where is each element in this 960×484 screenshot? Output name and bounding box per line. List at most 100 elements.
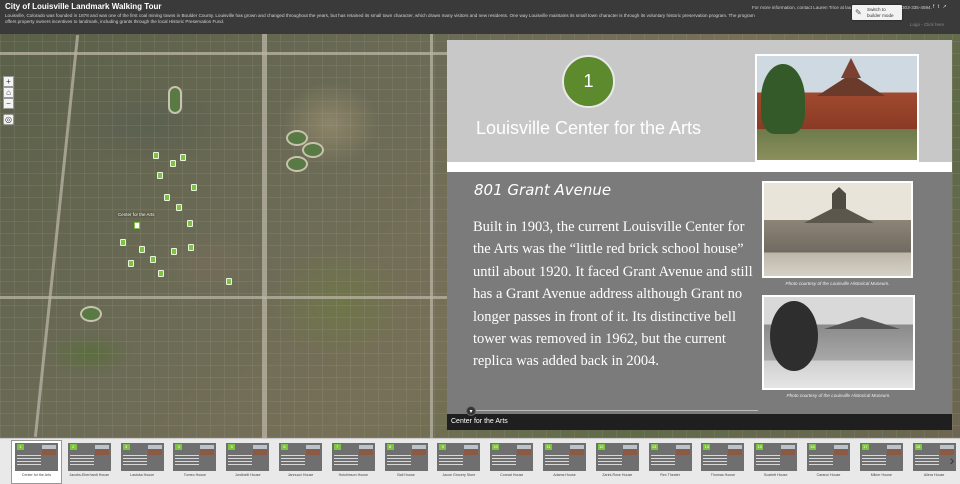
thumbnail-number: 7	[333, 444, 341, 450]
thumbnail-image: 6	[279, 443, 322, 471]
story-panel[interactable]: 1 Louisville Center for the Arts 801 Gra…	[447, 40, 952, 414]
map-marker-selected[interactable]	[134, 222, 140, 229]
carousel-thumbnail[interactable]: 8 Ball House	[382, 441, 431, 483]
map-marker[interactable]	[150, 256, 156, 263]
photo-bell-tower	[832, 187, 846, 209]
zoom-out-button[interactable]: −	[3, 98, 14, 109]
carousel-thumbnail[interactable]: 3 Lastoka House	[118, 441, 167, 483]
switch-builder-mode-button[interactable]: ✎ Switch to builder mode	[852, 5, 902, 20]
thumbnail-photo	[517, 445, 532, 455]
story-address: 801 Grant Avenue	[474, 181, 612, 199]
story-title: Louisville Center for the Arts	[475, 118, 702, 138]
carousel-thumbnail[interactable]: 17 Milner House	[857, 441, 906, 483]
thumbnail-number: 18	[914, 444, 922, 450]
thumbnail-text-preview	[809, 455, 833, 467]
thumbnail-image: 17	[859, 443, 903, 471]
thumbnail-photo	[42, 445, 56, 455]
contact-text: For more information, contact Lauren Tri…	[752, 5, 852, 10]
thumbnail-label: Lastoka House	[130, 473, 155, 477]
thumbnail-image: 11	[543, 443, 586, 471]
carousel-thumbnail[interactable]: 7 Hutchinson House	[329, 441, 378, 483]
thumbnail-photo	[728, 445, 743, 455]
thumbnail-text-preview	[703, 455, 728, 467]
thumbnail-number: 12	[597, 444, 605, 450]
thumbnail-text-preview	[597, 455, 622, 467]
map-road	[262, 34, 267, 438]
header-logo[interactable]: Logo - Click here	[910, 22, 958, 32]
map-marker[interactable]	[226, 278, 232, 285]
map-marker[interactable]	[176, 204, 182, 211]
app-header: City of Louisville Landmark Walking Tour…	[0, 0, 960, 34]
carousel-thumbnail[interactable]: 1 Center for the Arts	[11, 440, 62, 484]
map-popup-title: Center for the Arts	[447, 414, 952, 430]
collapse-panel-button[interactable]: ▾	[466, 406, 476, 416]
thumbnail-photo	[147, 445, 162, 455]
map-marker[interactable]	[187, 220, 193, 227]
thumbnail-label: Zarini-Rose House	[602, 473, 633, 477]
social-share-icons[interactable]: f t ↗	[933, 4, 948, 10]
thumbnail-photo	[358, 445, 373, 455]
carousel-thumbnail[interactable]: 9 Jacoe Grocery Store	[434, 441, 483, 483]
thumbnail-photo	[200, 445, 215, 455]
thumbnail-photo	[253, 445, 268, 455]
photo-caption: Photo courtesy of the Louisville Histori…	[786, 393, 891, 398]
thumbnail-image: 2	[67, 443, 111, 471]
map-marker[interactable]	[157, 172, 163, 179]
map-marker[interactable]	[158, 270, 164, 277]
map-marker[interactable]	[164, 194, 170, 201]
thumbnail-number: 5	[228, 444, 236, 450]
locate-button[interactable]: ◎	[3, 114, 14, 125]
thumbnail-photo	[886, 445, 901, 455]
historic-photo-building	[762, 295, 915, 390]
carousel-thumbnail[interactable]: 4 Tomeo House	[170, 441, 219, 483]
photo-tree	[770, 301, 818, 371]
map-marker[interactable]	[128, 260, 134, 267]
map-marker[interactable]	[188, 244, 194, 251]
contact-phone: 303-335-4594.	[902, 5, 932, 10]
photo-caption: Photo courtesy of the Louisville Histori…	[785, 281, 890, 286]
map-marker[interactable]	[120, 239, 126, 246]
map-marker[interactable]	[153, 152, 159, 159]
thumbnail-image: 10	[490, 443, 534, 471]
map-marker[interactable]	[171, 248, 177, 255]
thumbnail-number: 16	[809, 444, 816, 450]
photo-tower	[841, 58, 861, 78]
map-marker[interactable]	[180, 154, 186, 161]
carousel-thumbnail[interactable]: 14 Thomas House	[698, 441, 747, 483]
carousel-next-arrow[interactable]: ›	[946, 450, 958, 470]
carousel-thumbnail[interactable]: 12 Zarini-Rose House	[593, 441, 642, 483]
map-zoom-controls: + ⌂ − ◎	[3, 76, 14, 125]
carousel-thumbnail[interactable]: 10 Conrad House	[487, 441, 536, 483]
thumbnail-number: 14	[703, 444, 711, 450]
map-marker[interactable]	[170, 160, 176, 167]
map-marker[interactable]	[139, 246, 145, 253]
story-body: Built in 1903, the current Louisville Ce…	[473, 219, 753, 370]
map-marker[interactable]	[191, 184, 197, 191]
map-sports-field	[80, 306, 102, 322]
carousel-thumbnail[interactable]: 5 Jordinelli House	[223, 441, 272, 483]
thumbnail-label: Center for the Arts	[21, 473, 52, 477]
thumbnail-photo	[570, 445, 584, 455]
story-carousel: 1 Center for the Arts 2 Jacobs-Eberhardt Ho…	[0, 438, 960, 484]
thumbnail-label: Ball House	[397, 473, 415, 477]
text-divider	[473, 410, 758, 411]
thumbnail-text-preview	[861, 455, 886, 467]
thumbnail-label: Jannucci House	[287, 473, 314, 477]
map-road	[0, 296, 447, 299]
thumbnail-photo	[675, 445, 690, 455]
thumbnail-image: 4	[173, 443, 217, 471]
photo-roof	[824, 317, 900, 329]
zoom-in-button[interactable]: +	[3, 76, 14, 87]
carousel-thumbnail[interactable]: 16 Caranci House	[804, 441, 853, 483]
carousel-thumbnail[interactable]: 15 Scarlett House	[751, 441, 800, 483]
map-road	[430, 34, 433, 438]
carousel-thumbnail[interactable]: 11 Adams House	[540, 441, 589, 483]
thumbnail-number: 6	[281, 444, 288, 450]
carousel-thumbnail[interactable]: 13 Rex Theater	[646, 441, 695, 483]
carousel-thumbnail[interactable]: 6 Jannucci House	[276, 441, 325, 483]
home-button[interactable]: ⌂	[3, 87, 14, 98]
thumbnail-photo	[94, 445, 109, 455]
thumbnail-photo	[411, 445, 426, 455]
thumbnail-photo	[834, 445, 848, 455]
carousel-thumbnail[interactable]: 2 Jacobs-Eberhardt House	[65, 441, 114, 483]
